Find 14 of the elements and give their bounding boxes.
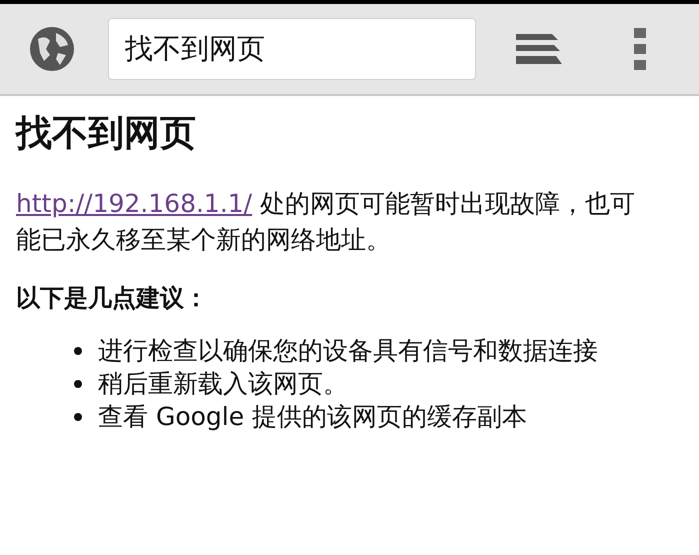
tabs-icon[interactable] bbox=[516, 32, 562, 66]
bullet-icon bbox=[74, 413, 82, 421]
page-link[interactable]: http://192.168.1.1/ bbox=[16, 189, 252, 218]
page-title: 找不到网页 bbox=[16, 112, 197, 156]
address-field[interactable]: 找不到网页 bbox=[108, 18, 476, 80]
globe-icon[interactable] bbox=[28, 25, 76, 73]
menu-icon[interactable] bbox=[634, 28, 646, 70]
error-message: http://192.168.1.1/ 处的网页可能暂时出现故障，也可能已永久移至某个新的网络地址。 bbox=[16, 188, 636, 256]
bullet-icon bbox=[74, 347, 82, 355]
suggestions-heading: 以下是几点建议： bbox=[16, 283, 209, 314]
suggestion-text: 进行检查以确保您的设备具有信号和数据连接 bbox=[98, 335, 598, 367]
suggestion-text: 稍后重新载入该网页。 bbox=[98, 368, 348, 400]
suggestion-text: 查看 Google 提供的该网页的缓存副本 bbox=[98, 401, 528, 433]
bullet-icon bbox=[74, 380, 82, 388]
